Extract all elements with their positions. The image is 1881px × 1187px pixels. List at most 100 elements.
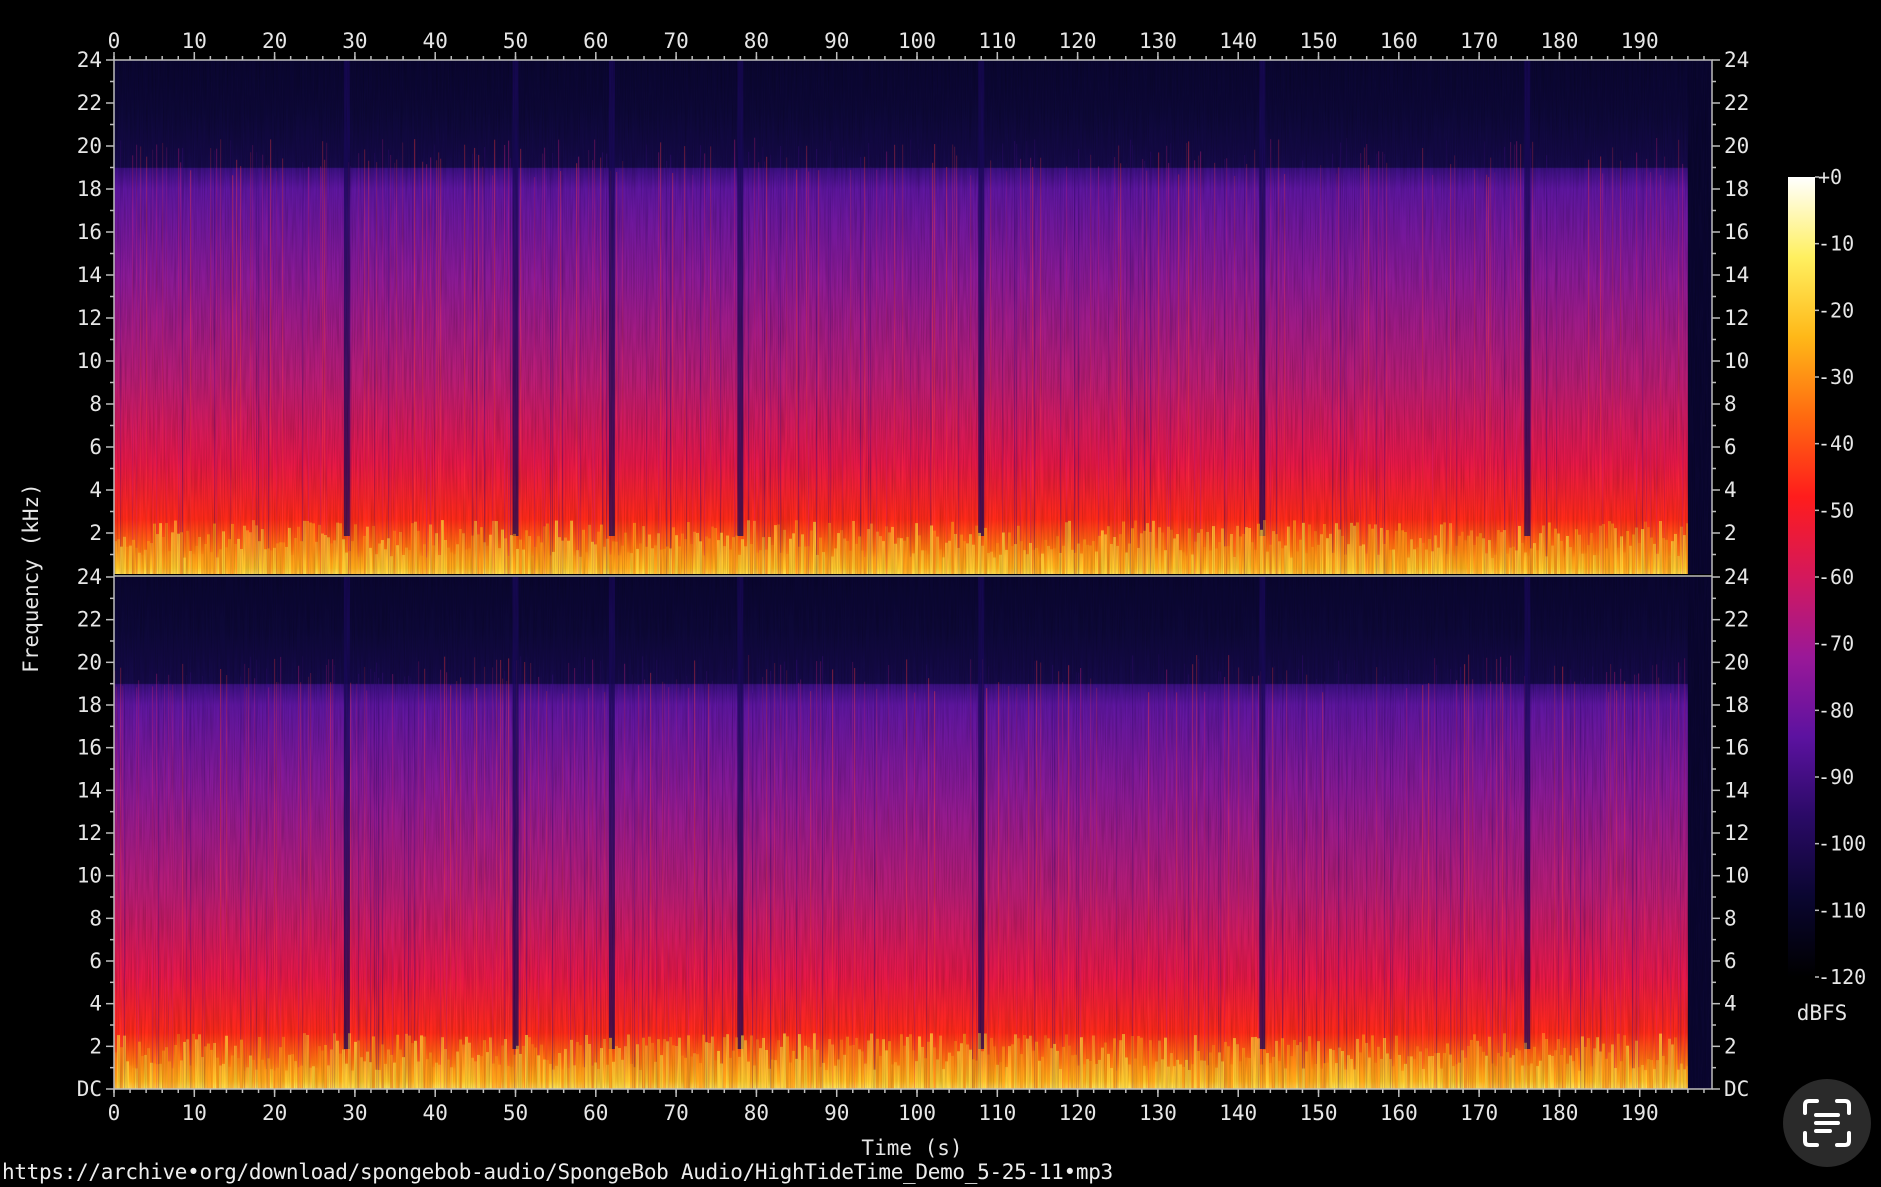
x-tick-label-bottom: 140 (1219, 1101, 1257, 1125)
x-tick-label-top: 90 (824, 29, 849, 53)
x-tick-label-bottom: 40 (423, 1101, 448, 1125)
y-axis-label: Frequency (kHz) (19, 483, 43, 673)
colorbar-tick-labels: +0 -10 -20 -30 -40 -50 -60 -70 -80 -90 -100 -110 -12… (1815, 165, 1866, 989)
y-tick-label-right: DC (1724, 1077, 1749, 1101)
y-tick-label-left: DC (77, 1077, 102, 1101)
y-tick-label-left: 14 (77, 263, 102, 287)
y-tick-label-right: 18 (1724, 693, 1749, 717)
y-tick-label-left: 20 (77, 134, 102, 158)
x-tick-label-top: 70 (663, 29, 688, 53)
x-tick-label-bottom: 10 (182, 1101, 207, 1125)
y-tick-label-left: 16 (77, 220, 102, 244)
colorbar-tick-label: -40 (1818, 432, 1854, 456)
x-tick-label-top: 180 (1540, 29, 1578, 53)
x-tick-label-bottom: 100 (898, 1101, 936, 1125)
y-tick-label-left: 16 (77, 736, 102, 760)
y-tick-label-left: 12 (77, 821, 102, 845)
y-tick-label-right: 10 (1724, 349, 1749, 373)
lens-button[interactable] (1783, 1079, 1871, 1167)
y-tick-label-right: 14 (1724, 778, 1749, 802)
x-tick-label-top: 100 (898, 29, 936, 53)
y-tick-label-left: 14 (77, 778, 102, 802)
y-tick-label-left: 22 (77, 608, 102, 632)
x-tick-label-top: 20 (262, 29, 287, 53)
x-tick-label-bottom: 160 (1380, 1101, 1418, 1125)
y-tick-label-right: 14 (1724, 263, 1749, 287)
spectrogram-noise (114, 60, 1712, 574)
y-tick-label-right: 2 (1724, 1034, 1737, 1058)
y-tick-label-right: 18 (1724, 177, 1749, 201)
y-tick-label-right: 22 (1724, 608, 1749, 632)
x-tick-label-top: 10 (182, 29, 207, 53)
x-tick-label-top: 190 (1621, 29, 1659, 53)
y-tick-label-left: 4 (89, 478, 102, 502)
x-tick-label-bottom: 30 (342, 1101, 367, 1125)
colorbar-tick-label: -120 (1818, 965, 1866, 989)
x-tick-label-bottom: 90 (824, 1101, 849, 1125)
colorbar-tick-label: -100 (1818, 832, 1866, 856)
y-tick-label-left: 4 (89, 992, 102, 1016)
x-tick-label-top: 0 (108, 29, 121, 53)
source-url: https://archive•org/download/spongebob-a… (2, 1160, 1113, 1184)
y-tick-label-left: 2 (89, 1034, 102, 1058)
x-tick-label-bottom: 190 (1621, 1101, 1659, 1125)
x-tick-label-top: 110 (978, 29, 1016, 53)
y-tick-label-left: 2 (89, 521, 102, 545)
x-tick-label-bottom: 50 (503, 1101, 528, 1125)
y-tick-label-left: 10 (77, 864, 102, 888)
x-tick-label-top: 160 (1380, 29, 1418, 53)
x-tick-label-bottom: 180 (1540, 1101, 1578, 1125)
spectrogram-noise (114, 577, 1712, 1089)
y-tick-label-left: 24 (77, 565, 102, 589)
x-tick-label-top: 30 (342, 29, 367, 53)
colorbar-tick-label: -80 (1818, 698, 1854, 722)
text-scan-icon (1803, 1099, 1851, 1147)
colorbar-tick-label: -10 (1818, 232, 1854, 256)
x-tick-label-top: 130 (1139, 29, 1177, 53)
x-tick-label-bottom: 0 (108, 1101, 121, 1125)
y-tick-label-right: 8 (1724, 392, 1737, 416)
x-tick-label-bottom: 20 (262, 1101, 287, 1125)
colorbar-tick-label: -60 (1818, 565, 1854, 589)
spectrogram-chart: 0 0 10 10 20 20 30 30 40 40 50 50 60 60 70 70 80 80 90 90 10… (19, 29, 1866, 1160)
y-tick-label-right: 24 (1724, 565, 1749, 589)
y-tick-label-right: 22 (1724, 91, 1749, 115)
y-tick-label-left: 8 (89, 392, 102, 416)
y-tick-label-right: 12 (1724, 821, 1749, 845)
spectrogram-channel-1 (114, 60, 1712, 574)
x-tick-label-top: 40 (423, 29, 448, 53)
colorbar-strip (1788, 177, 1815, 977)
y-tick-label-right: 4 (1724, 992, 1737, 1016)
x-tick-label-bottom: 130 (1139, 1101, 1177, 1125)
x-tick-label-bottom: 150 (1300, 1101, 1338, 1125)
y-tick-label-right: 2 (1724, 521, 1737, 545)
y-tick-label-left: 18 (77, 693, 102, 717)
y-tick-label-right: 6 (1724, 435, 1737, 459)
x-tick-label-bottom: 110 (978, 1101, 1016, 1125)
colorbar-tick-label: -110 (1818, 898, 1866, 922)
colorbar-tick-label: -50 (1818, 498, 1854, 522)
colorbar: +0 -10 -20 -30 -40 -50 -60 -70 -80 -90 -100 -110 -12… (1788, 165, 1866, 1025)
y-tick-label-left: 6 (89, 949, 102, 973)
y-tick-label-right: 24 (1724, 48, 1749, 72)
y-tick-label-right: 6 (1724, 949, 1737, 973)
x-tick-label-top: 60 (583, 29, 608, 53)
colorbar-tick-label: -20 (1818, 298, 1854, 322)
colorbar-unit-label: dBFS (1797, 1001, 1848, 1025)
y-tick-label-right: 4 (1724, 478, 1737, 502)
x-tick-label-top: 120 (1059, 29, 1097, 53)
x-tick-label-top: 50 (503, 29, 528, 53)
x-tick-label-bottom: 70 (663, 1101, 688, 1125)
colorbar-tick-label: -70 (1818, 632, 1854, 656)
y-tick-label-left: 24 (77, 48, 102, 72)
y-tick-label-left: 18 (77, 177, 102, 201)
spectrogram-channel-2 (114, 577, 1712, 1089)
y-tick-label-left: 20 (77, 650, 102, 674)
y-tick-label-right: 20 (1724, 650, 1749, 674)
colorbar-tick-label: +0 (1818, 165, 1842, 189)
y-tick-label-right: 10 (1724, 864, 1749, 888)
x-tick-label-bottom: 120 (1059, 1101, 1097, 1125)
y-tick-label-left: 10 (77, 349, 102, 373)
y-tick-label-right: 8 (1724, 906, 1737, 930)
y-tick-label-right: 16 (1724, 736, 1749, 760)
